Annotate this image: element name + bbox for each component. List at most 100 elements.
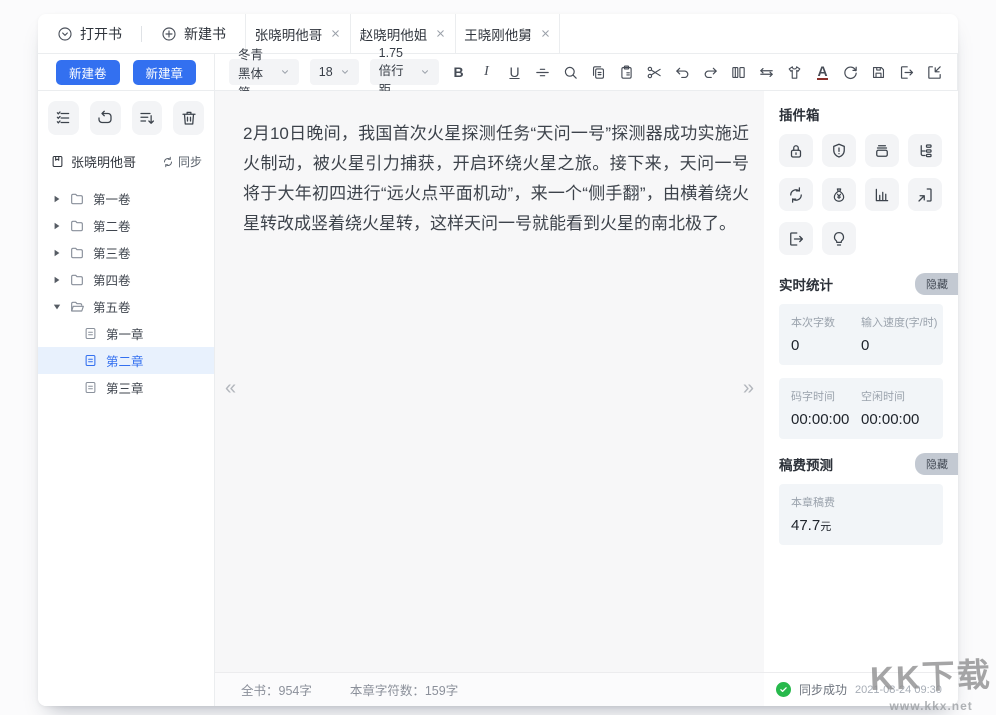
paste-button[interactable] xyxy=(618,59,635,85)
sync-label: 同步 xyxy=(178,153,202,170)
bar-chart-icon xyxy=(873,186,891,204)
sort-descending-icon xyxy=(138,109,156,127)
next-chapter-button[interactable]: » xyxy=(743,378,754,398)
caret-right-icon[interactable] xyxy=(53,276,61,284)
current-book-row[interactable]: 张晓明他哥 同步 xyxy=(38,143,214,181)
tree-chapter-2-selected[interactable]: 第二章 xyxy=(38,347,214,374)
chevron-down-icon xyxy=(420,67,430,77)
stat-label: 码字时间 xyxy=(791,388,861,404)
paste-icon xyxy=(618,64,635,81)
toolbar-format: 冬青黑体简 18 1.75倍行距 B I U A xyxy=(215,54,958,90)
font-size-select[interactable]: 18 xyxy=(310,59,359,85)
recycle-button[interactable] xyxy=(90,101,121,135)
history-button[interactable] xyxy=(926,59,943,85)
import-plugin-button[interactable] xyxy=(908,178,942,211)
caret-right-icon[interactable] xyxy=(53,195,61,203)
prev-chapter-button[interactable]: « xyxy=(225,378,236,398)
tree-label: 第二卷 xyxy=(93,216,131,235)
stats-title: 实时统计 xyxy=(779,274,833,294)
sync-book-button[interactable]: 同步 xyxy=(162,153,202,170)
trash-button[interactable] xyxy=(173,101,204,135)
tree-chapter-1[interactable]: 第一章 xyxy=(38,320,214,347)
save-button[interactable] xyxy=(870,59,887,85)
light-bulb-plugin-button[interactable] xyxy=(822,222,856,255)
line-spacing-select[interactable]: 1.75倍行距 xyxy=(370,59,439,85)
sync-status-bar: 同步成功 2021-08-24 09:30 xyxy=(764,672,958,706)
undo-icon xyxy=(674,64,691,81)
fee-title: 稿费预测 xyxy=(779,454,833,474)
chapter-text[interactable]: 2月10日晚间，我国首次火星探测任务“天问一号”探测器成功实施近火制动，被火星引… xyxy=(243,119,749,239)
plugin-box-title: 插件箱 xyxy=(779,104,943,124)
stat-value: 0 xyxy=(861,337,931,354)
lock-icon xyxy=(787,142,805,160)
chapter-tree: 第一卷 第二卷 第三卷 第四卷 xyxy=(38,181,214,401)
recycle-icon xyxy=(96,109,114,127)
undo-button[interactable] xyxy=(674,59,691,85)
shield-alert-plugin-button[interactable] xyxy=(822,134,856,167)
lock-plugin-button[interactable] xyxy=(779,134,813,167)
bold-button[interactable]: B xyxy=(450,59,467,85)
tree-volume-1[interactable]: 第一卷 xyxy=(38,185,214,212)
tree-volume-3[interactable]: 第三卷 xyxy=(38,239,214,266)
save-icon xyxy=(870,64,887,81)
copy-button[interactable] xyxy=(590,59,607,85)
tree-volume-4[interactable]: 第四卷 xyxy=(38,266,214,293)
book-icon xyxy=(50,154,65,169)
tree-volume-2[interactable]: 第二卷 xyxy=(38,212,214,239)
tree-label: 第二章 xyxy=(106,351,144,370)
split-view-button[interactable] xyxy=(730,59,747,85)
fee-section-header: 稿费预测 隐藏 xyxy=(779,453,958,475)
tree-label: 第四卷 xyxy=(93,270,131,289)
sync-icon xyxy=(162,156,174,168)
open-book-button[interactable]: 打开书 xyxy=(38,14,141,53)
horizontal-rule-icon xyxy=(534,64,551,81)
checklist-button[interactable] xyxy=(48,101,79,135)
archive-box-plugin-button[interactable] xyxy=(865,134,899,167)
money-bag-plugin-button[interactable] xyxy=(822,178,856,211)
shield-alert-icon xyxy=(830,142,848,160)
folder-icon xyxy=(69,272,85,288)
search-button[interactable] xyxy=(562,59,579,85)
sort-descending-button[interactable] xyxy=(132,101,163,135)
underline-button[interactable]: U xyxy=(506,59,523,85)
tree-chapter-3[interactable]: 第三章 xyxy=(38,374,214,401)
new-book-button[interactable]: 新建书 xyxy=(142,14,245,53)
tree-label: 第五卷 xyxy=(93,297,131,316)
bar-chart-plugin-button[interactable] xyxy=(865,178,899,211)
new-volume-button[interactable]: 新建卷 xyxy=(56,60,120,85)
new-chapter-button[interactable]: 新建章 xyxy=(133,60,197,85)
export-button[interactable] xyxy=(898,59,915,85)
theme-button[interactable] xyxy=(786,59,803,85)
tab-book-3[interactable]: 王晓刚他舅 xyxy=(455,14,560,53)
editor-content-area[interactable]: 2月10日晚间，我国首次火星探测任务“天问一号”探测器成功实施近火制动，被火星引… xyxy=(215,91,764,672)
title-bar: 打开书 新建书 张晓明他哥 赵晓明他姐 王晓刚他舅 xyxy=(38,14,958,54)
refresh-button[interactable] xyxy=(842,59,859,85)
stats-hide-button[interactable]: 隐藏 xyxy=(915,273,958,295)
app-window: 打开书 新建书 张晓明他哥 赵晓明他姐 王晓刚他舅 xyxy=(38,14,958,706)
trash-icon xyxy=(180,109,198,127)
redo-button[interactable] xyxy=(702,59,719,85)
sync-plugin-button[interactable] xyxy=(779,178,813,211)
font-color-button[interactable]: A xyxy=(814,59,831,85)
stat-value: 0 xyxy=(791,337,861,354)
outline-tree-plugin-button[interactable] xyxy=(908,134,942,167)
fee-hide-button[interactable]: 隐藏 xyxy=(915,453,958,475)
close-icon[interactable] xyxy=(435,28,446,39)
check-circle-icon xyxy=(776,682,791,697)
horizontal-rule-button[interactable] xyxy=(534,59,551,85)
close-icon[interactable] xyxy=(330,28,341,39)
italic-button[interactable]: I xyxy=(478,59,495,85)
font-family-select[interactable]: 冬青黑体简 xyxy=(229,59,299,85)
close-icon[interactable] xyxy=(540,28,551,39)
caret-right-icon[interactable] xyxy=(53,222,61,230)
tree-volume-5[interactable]: 第五卷 xyxy=(38,293,214,320)
open-book-icon xyxy=(57,26,73,42)
page-width-button[interactable] xyxy=(758,59,775,85)
export-plugin-button[interactable] xyxy=(779,222,813,255)
caret-right-icon[interactable] xyxy=(53,249,61,257)
chapter-sidebar: 张晓明他哥 同步 第一卷 第二卷 xyxy=(38,91,215,706)
stat-value: 00:00:00 xyxy=(791,411,861,428)
cut-button[interactable] xyxy=(646,59,663,85)
tree-label: 第三章 xyxy=(106,378,144,397)
caret-down-icon[interactable] xyxy=(53,303,61,311)
